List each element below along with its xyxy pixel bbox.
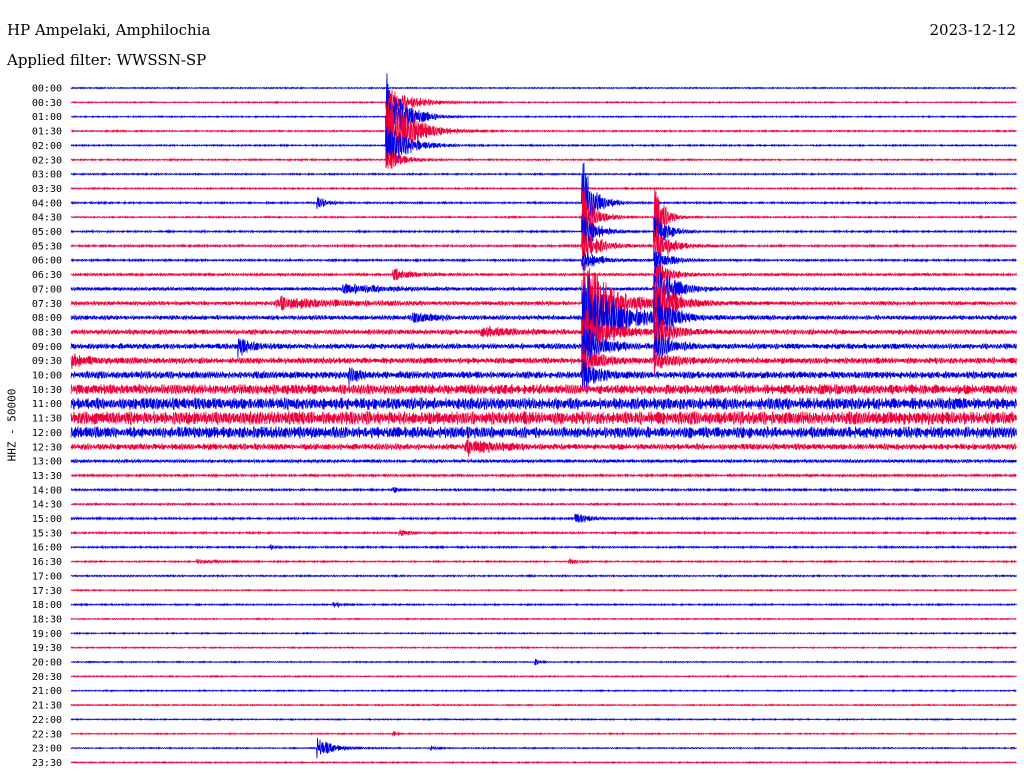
- tick-label-0200: 02:00: [32, 141, 62, 152]
- tick-label-1400: 14:00: [32, 485, 62, 496]
- trace-row-2130: [70, 703, 1017, 707]
- helicorder-plot: 00:00 00:30 01:00 01:30 02:00 02:30 03:00 03:30…: [32, 73, 1017, 769]
- tick-label-0400: 04:00: [32, 198, 62, 209]
- trace-row-1030: [70, 383, 1017, 396]
- tick-label-0830: 08:30: [32, 327, 62, 338]
- trace-row-2330: [70, 760, 1017, 765]
- tick-label-1500: 15:00: [32, 514, 62, 525]
- tick-label-0030: 00:30: [32, 98, 62, 109]
- trace-row-0500: [70, 214, 1017, 254]
- trace-row-1230: [70, 436, 1017, 457]
- trace-row-1900: [70, 631, 1017, 636]
- tick-label-1800: 18:00: [32, 600, 62, 611]
- seismic-traces: [70, 73, 1017, 765]
- tick-label-0930: 09:30: [32, 356, 62, 367]
- trace-row-1830: [70, 617, 1017, 621]
- trace-row-1500: [70, 513, 1017, 524]
- trace-row-2000: [70, 658, 1017, 666]
- trace-row-0930: [70, 344, 1017, 374]
- tick-label-0700: 07:00: [32, 284, 62, 295]
- tick-label-2200: 22:00: [32, 715, 62, 726]
- trace-row-1400: [70, 486, 1017, 494]
- trace-row-2200: [70, 717, 1017, 722]
- trace-row-1430: [70, 501, 1017, 507]
- trace-row-1330: [70, 472, 1017, 479]
- tick-label-1830: 18:30: [32, 614, 62, 625]
- tick-label-1600: 16:00: [32, 543, 62, 554]
- trace-row-1530: [70, 529, 1017, 537]
- tick-label-2300: 23:00: [32, 744, 62, 755]
- trace-row-0130: [70, 96, 1017, 169]
- tick-label-0630: 06:30: [32, 270, 62, 281]
- row-tick-labels: 00:00 00:30 01:00 01:30 02:00 02:30 03:00 03:30…: [32, 84, 62, 769]
- tick-label-1900: 19:00: [32, 629, 62, 640]
- trace-row-1800: [70, 601, 1017, 609]
- trace-row-1200: [70, 425, 1017, 440]
- trace-row-2030: [70, 674, 1017, 679]
- tick-label-1930: 19:30: [32, 643, 62, 654]
- tick-label-2100: 21:00: [32, 686, 62, 697]
- tick-label-1630: 16:30: [32, 557, 62, 568]
- trace-row-2300: [70, 737, 1017, 759]
- tick-label-0000: 00:00: [32, 84, 62, 95]
- trace-row-0000: [70, 86, 1017, 90]
- tick-label-1230: 12:30: [32, 442, 62, 453]
- trace-row-0330: [70, 186, 1017, 191]
- tick-label-0330: 03:30: [32, 184, 62, 195]
- trace-row-0230: [70, 150, 1017, 169]
- tick-label-1300: 13:00: [32, 457, 62, 468]
- tick-label-0600: 06:00: [32, 256, 62, 267]
- tick-label-0100: 01:00: [32, 112, 62, 123]
- trace-row-0600: [70, 250, 1017, 273]
- trace-row-0630: [70, 263, 1017, 290]
- tick-label-0130: 01:30: [32, 127, 62, 138]
- tick-label-1130: 11:30: [32, 414, 62, 425]
- tick-label-0430: 04:30: [32, 213, 62, 224]
- trace-row-0430: [70, 187, 1017, 251]
- tick-label-2030: 20:30: [32, 672, 62, 683]
- tick-label-2330: 23:30: [32, 758, 62, 769]
- tick-label-2130: 21:30: [32, 701, 62, 712]
- trace-row-1100: [70, 397, 1017, 412]
- trace-row-2100: [70, 688, 1017, 693]
- tick-label-0300: 03:00: [32, 170, 62, 181]
- tick-label-2000: 20:00: [32, 658, 62, 669]
- trace-row-1930: [70, 645, 1017, 650]
- trace-row-2230: [70, 730, 1017, 737]
- trace-row-1600: [70, 544, 1017, 551]
- tick-label-0900: 09:00: [32, 342, 62, 353]
- trace-row-1700: [70, 573, 1017, 579]
- trace-row-1130: [70, 410, 1017, 426]
- tick-label-1530: 15:30: [32, 528, 62, 539]
- tick-label-2230: 22:30: [32, 729, 62, 740]
- trace-row-1730: [70, 588, 1017, 593]
- trace-row-0300: [70, 171, 1017, 177]
- tick-label-1200: 12:00: [32, 428, 62, 439]
- tick-label-1030: 10:30: [32, 385, 62, 396]
- trace-row-0030: [70, 89, 1017, 117]
- trace-row-1300: [70, 457, 1017, 465]
- tick-label-1700: 17:00: [32, 571, 62, 582]
- tick-label-0730: 07:30: [32, 299, 62, 310]
- tick-label-1730: 17:30: [32, 586, 62, 597]
- tick-label-0530: 05:30: [32, 241, 62, 252]
- tick-label-1100: 11:00: [32, 399, 62, 410]
- trace-row-1630: [70, 557, 1017, 565]
- tick-label-0800: 08:00: [32, 313, 62, 324]
- tick-label-1330: 13:30: [32, 471, 62, 482]
- tick-label-1430: 14:30: [32, 500, 62, 511]
- tick-label-0500: 05:00: [32, 227, 62, 238]
- tick-label-1000: 10:00: [32, 371, 62, 382]
- tick-label-0230: 02:30: [32, 155, 62, 166]
